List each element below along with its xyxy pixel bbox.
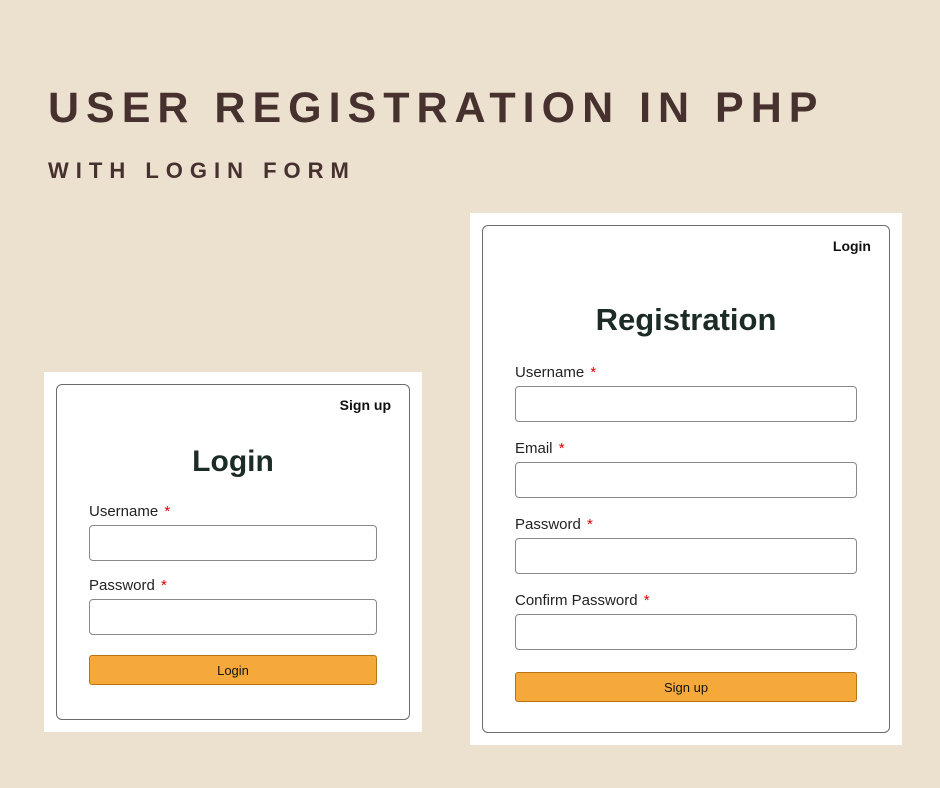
required-asterisk: *	[164, 503, 170, 520]
login-button[interactable]: Login	[89, 655, 377, 685]
registration-form-frame: Login Registration Username * Email * Pa…	[482, 225, 890, 733]
page-title: USER REGISTRATION IN PHP	[48, 84, 824, 133]
signup-link[interactable]: Sign up	[340, 397, 391, 413]
login-form-card: Sign up Login Username * Password * Logi…	[44, 372, 422, 732]
signup-button[interactable]: Sign up	[515, 672, 857, 702]
login-password-label: Password *	[89, 577, 377, 594]
register-password-label-text: Password	[515, 516, 581, 533]
registration-form-card: Login Registration Username * Email * Pa…	[470, 213, 902, 745]
register-confirm-password-label: Confirm Password *	[515, 592, 857, 609]
login-username-label-text: Username	[89, 503, 158, 520]
login-password-input[interactable]	[89, 599, 377, 635]
register-email-label: Email *	[515, 440, 857, 457]
required-asterisk: *	[587, 516, 593, 533]
register-username-input[interactable]	[515, 386, 857, 422]
register-username-label-text: Username	[515, 364, 584, 381]
login-form-title: Login	[89, 445, 377, 479]
login-form-frame: Sign up Login Username * Password * Logi…	[56, 384, 410, 720]
login-username-input[interactable]	[89, 525, 377, 561]
required-asterisk: *	[559, 440, 565, 457]
login-username-label: Username *	[89, 503, 377, 520]
register-password-label: Password *	[515, 516, 857, 533]
login-password-label-text: Password	[89, 577, 155, 594]
required-asterisk: *	[590, 364, 596, 381]
required-asterisk: *	[161, 577, 167, 594]
page-subtitle: WITH LOGIN FORM	[48, 158, 356, 184]
register-email-label-text: Email	[515, 440, 553, 457]
register-confirm-password-input[interactable]	[515, 614, 857, 650]
login-link[interactable]: Login	[833, 238, 871, 254]
required-asterisk: *	[644, 592, 650, 609]
register-password-input[interactable]	[515, 538, 857, 574]
register-email-input[interactable]	[515, 462, 857, 498]
register-confirm-password-label-text: Confirm Password	[515, 592, 638, 609]
registration-form-title: Registration	[515, 302, 857, 338]
register-username-label: Username *	[515, 364, 857, 381]
